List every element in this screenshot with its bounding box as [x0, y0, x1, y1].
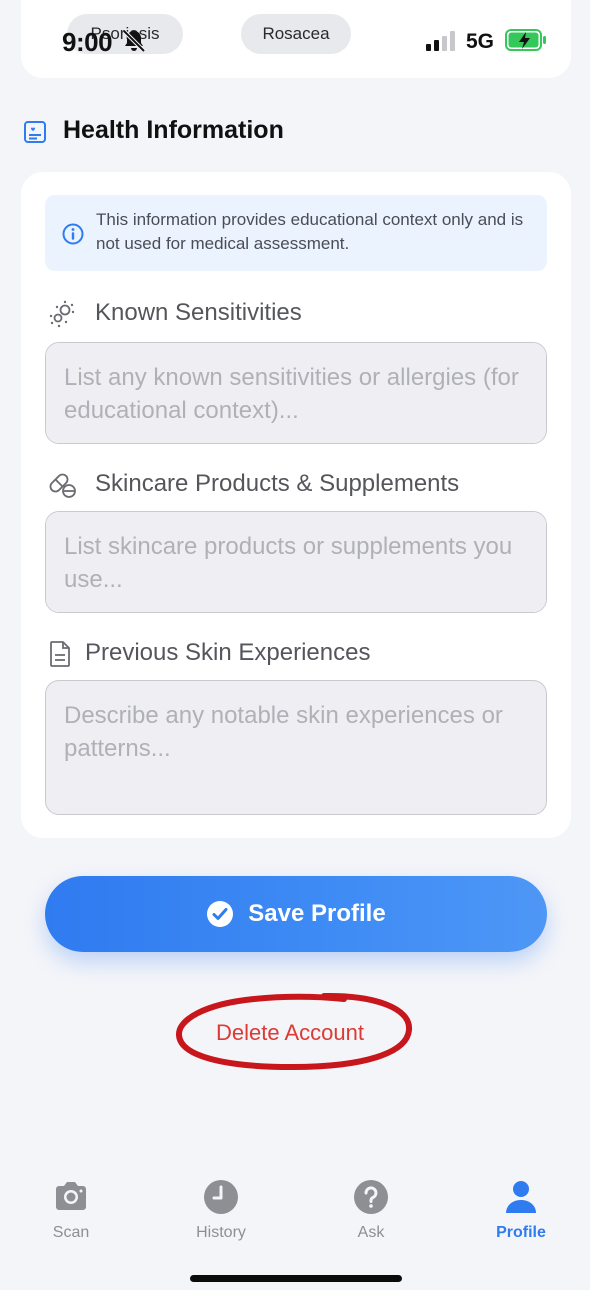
- chip-rosacea[interactable]: Rosacea: [241, 14, 351, 54]
- tab-scan[interactable]: Scan: [16, 1178, 126, 1242]
- tab-scan-label: Scan: [52, 1224, 90, 1241]
- health-card-icon: [24, 121, 46, 143]
- pill-icon: [49, 473, 76, 498]
- checkmark-circle-icon: [207, 901, 234, 927]
- signal-icon: [426, 31, 455, 51]
- home-indicator: [190, 1275, 402, 1282]
- sensitivities-input[interactable]: [45, 342, 547, 444]
- info-icon: [62, 223, 84, 245]
- skincare-label: Skincare Products & Supplements: [95, 470, 460, 497]
- save-profile-label: Save Profile: [248, 900, 386, 927]
- experiences-label: Previous Skin Experiences: [85, 639, 371, 666]
- sensitivities-label: Known Sensitivities: [95, 299, 302, 326]
- info-notice-text: This information provides educational co…: [96, 210, 524, 253]
- tab-history-label: History: [196, 1224, 246, 1241]
- tab-ask-label: Ask: [357, 1224, 385, 1241]
- status-time: 9:00: [62, 27, 113, 57]
- question-icon: [354, 1180, 388, 1214]
- tab-history[interactable]: History: [166, 1178, 276, 1242]
- battery-charging-icon: [505, 29, 546, 51]
- tab-ask[interactable]: Ask: [316, 1178, 426, 1242]
- info-notice: This information provides educational co…: [45, 195, 547, 271]
- camera-icon: [56, 1182, 86, 1210]
- clock-icon: [204, 1180, 238, 1214]
- tab-profile-label: Profile: [496, 1224, 546, 1241]
- health-info-card: This information provides educational co…: [21, 172, 571, 838]
- person-icon: [506, 1181, 536, 1213]
- save-profile-button[interactable]: Save Profile: [45, 876, 547, 952]
- network-label: 5G: [466, 30, 495, 53]
- allergen-icon: [49, 300, 75, 328]
- bell-slash-icon: [122, 29, 146, 53]
- section-title: Health Information: [63, 116, 284, 144]
- experiences-input[interactable]: [45, 680, 547, 815]
- tab-profile[interactable]: Profile: [466, 1178, 576, 1242]
- skincare-input[interactable]: [45, 511, 547, 613]
- document-icon: [50, 641, 70, 667]
- annotation-circle: [176, 992, 412, 1071]
